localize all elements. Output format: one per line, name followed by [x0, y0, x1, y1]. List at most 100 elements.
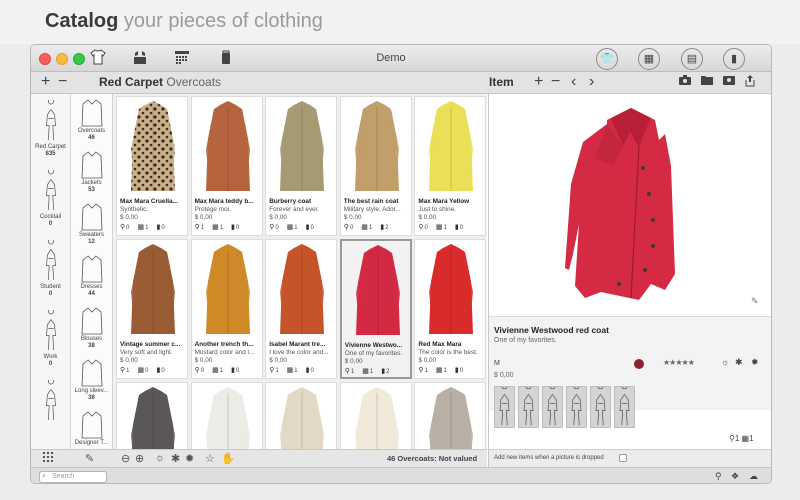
- outfit-thumbnail[interactable]: [566, 386, 587, 428]
- outfit-thumbnail[interactable]: [518, 386, 539, 428]
- outfit-thumbnail[interactable]: [614, 386, 635, 428]
- item-card[interactable]: Vivienne Westwo... One of my favorites. $ …: [339, 239, 412, 379]
- item-description: Very soft and light.: [120, 349, 173, 356]
- item-card[interactable]: [190, 382, 263, 449]
- wardrobe-icon[interactable]: [129, 48, 151, 70]
- zoom-window-button[interactable]: [73, 53, 85, 65]
- cloud-icon[interactable]: ☁: [749, 471, 758, 482]
- folder-icon[interactable]: [701, 75, 713, 88]
- titlebar: Demo 👕 ▦ ▤ ▮: [31, 45, 771, 72]
- minimize-window-button[interactable]: [56, 53, 68, 65]
- item-card[interactable]: [339, 382, 412, 449]
- item-rating-stars[interactable]: ★★★★★: [663, 358, 695, 367]
- item-card[interactable]: [414, 382, 487, 449]
- item-card[interactable]: [116, 382, 188, 449]
- hand-icon[interactable]: ✋: [221, 452, 235, 465]
- look-item[interactable]: Red Carpet 835: [31, 100, 70, 158]
- grid-menu-icon[interactable]: [43, 452, 53, 465]
- category-item[interactable]: Sweaters 12: [71, 202, 112, 246]
- season-icon[interactable]: ✱: [735, 357, 743, 368]
- item-card[interactable]: Max Mara Cruella... Synthetic. $ 0,00 ⚲0 ▦1 ▮…: [116, 96, 188, 236]
- outfit-thumbnail[interactable]: [590, 386, 611, 428]
- look-item[interactable]: Cocktail 0: [31, 170, 70, 228]
- item-card[interactable]: Another trench th... Mustard color and l.…: [190, 239, 263, 379]
- wardrobe-circle-icon[interactable]: ▦: [638, 48, 660, 70]
- zoom-out-icon[interactable]: ⊖: [121, 452, 130, 465]
- sun-icon[interactable]: ✹: [185, 452, 194, 465]
- item-card[interactable]: Isabel Marant tre... I love the color and…: [265, 239, 338, 379]
- item-card[interactable]: [265, 382, 338, 449]
- item-price: $ 0,00: [269, 357, 287, 364]
- item-detail-panel: ✎ Vivienne Westwood red coat One of my f…: [488, 94, 771, 467]
- item-meta-value: 0: [161, 368, 165, 374]
- add-item-button[interactable]: +: [534, 73, 543, 91]
- item-name[interactable]: Vivienne Westwood red coat: [494, 325, 609, 335]
- item-description[interactable]: One of my favorites.: [494, 337, 557, 344]
- item-card[interactable]: Burberry coat Forever and ever. $ 0,00 ⚲0 ▦1…: [265, 96, 338, 236]
- weather-icon[interactable]: ☼: [155, 452, 165, 464]
- gift-icon[interactable]: ❖: [731, 471, 739, 482]
- item-card[interactable]: Max Mara Yellow Just to shine. $ 0,00 ⚲0 ▦1 ▮…: [414, 96, 487, 236]
- item-price[interactable]: $ 0,00: [494, 372, 513, 379]
- shirt-icon[interactable]: [87, 48, 109, 70]
- suitcase-icon[interactable]: [215, 48, 237, 70]
- calendar-grid-icon[interactable]: [171, 48, 193, 70]
- previous-item-button[interactable]: ‹: [571, 73, 576, 91]
- next-item-button[interactable]: ›: [589, 73, 594, 91]
- season-icon[interactable]: ✱: [171, 452, 180, 465]
- calendar-count-icon: ▦: [212, 224, 219, 231]
- item-color-swatch[interactable]: [634, 359, 644, 369]
- look-item[interactable]: Student 0: [31, 240, 70, 298]
- add-category-button[interactable]: +: [41, 73, 50, 91]
- outfit-count-icon: ⚲: [194, 224, 200, 231]
- weather-icon[interactable]: ☼: [721, 357, 729, 367]
- item-size[interactable]: M: [494, 360, 500, 367]
- category-item[interactable]: Blouses 38: [71, 306, 112, 350]
- suitcase-circle-icon[interactable]: ▮: [723, 48, 745, 70]
- category-item[interactable]: Overcoats 46: [71, 98, 112, 142]
- figure-sketch-icon: [595, 387, 606, 426]
- photo-booth-icon[interactable]: [723, 75, 735, 88]
- detail-outfit-count[interactable]: ⚲1 ▦1: [729, 434, 754, 443]
- category-item[interactable]: Designer T...: [71, 410, 112, 447]
- figure-sketch-icon: [45, 170, 56, 211]
- category-count: 36: [88, 395, 95, 401]
- category-item[interactable]: Dresses 44: [71, 254, 112, 298]
- pencil-icon[interactable]: ✎: [85, 452, 94, 465]
- item-card[interactable]: Red Max Mara The color is the best. $ 0,00…: [414, 239, 487, 379]
- close-window-button[interactable]: [39, 53, 51, 65]
- category-item[interactable]: Jackets 53: [71, 150, 112, 194]
- item-thumbnail: [131, 101, 175, 191]
- item-card[interactable]: The best rain coat Military style. Ador..…: [339, 96, 412, 236]
- trip-count-icon: ▮: [305, 224, 310, 231]
- drop-option-checkbox[interactable]: [619, 454, 627, 462]
- sun-icon[interactable]: ✹: [751, 357, 759, 368]
- section-bar: + − Red Carpet Overcoats Item + − ‹ ›: [31, 72, 771, 94]
- shirt-circle-icon[interactable]: 👕: [596, 48, 618, 70]
- remove-item-button[interactable]: −: [551, 73, 560, 91]
- trip-count-icon: ▮: [156, 224, 161, 231]
- zoom-in-icon[interactable]: ⊕: [135, 452, 144, 465]
- look-item[interactable]: Work 0: [31, 310, 70, 368]
- remove-category-button[interactable]: −: [58, 73, 67, 91]
- star-icon[interactable]: ☆: [205, 452, 215, 465]
- search-input[interactable]: ⌕ Search: [39, 471, 107, 483]
- camera-icon[interactable]: [679, 75, 691, 88]
- outfit-thumbnail[interactable]: [494, 386, 515, 428]
- edit-photo-icon[interactable]: ✎: [751, 296, 759, 307]
- item-card[interactable]: Max Mara teddy b... Protège moi. $ 0,00 ⚲1 ▦…: [190, 96, 263, 236]
- garment-sketch-icon: [81, 411, 102, 439]
- item-thumbnail: [429, 244, 474, 334]
- item-card[interactable]: Vintage summer c... Very soft and light. $…: [116, 239, 188, 379]
- item-thumbnail: [280, 387, 325, 449]
- outfit-thumbnail[interactable]: [542, 386, 563, 428]
- categories-sidebar: Overcoats 46 Jackets 53 Sweaters 12 Dresses 44 B…: [71, 94, 113, 449]
- item-price: $ 0,00: [343, 214, 362, 221]
- item-thumbnail: [429, 387, 474, 449]
- calendar-circle-icon[interactable]: ▤: [681, 48, 703, 70]
- category-item[interactable]: Long sleev... 36: [71, 358, 112, 402]
- outfit-count-icon: ⚲: [194, 367, 200, 374]
- share-icon[interactable]: [745, 75, 755, 90]
- hanger-icon[interactable]: ⚲: [715, 471, 722, 482]
- look-item[interactable]: [31, 380, 70, 424]
